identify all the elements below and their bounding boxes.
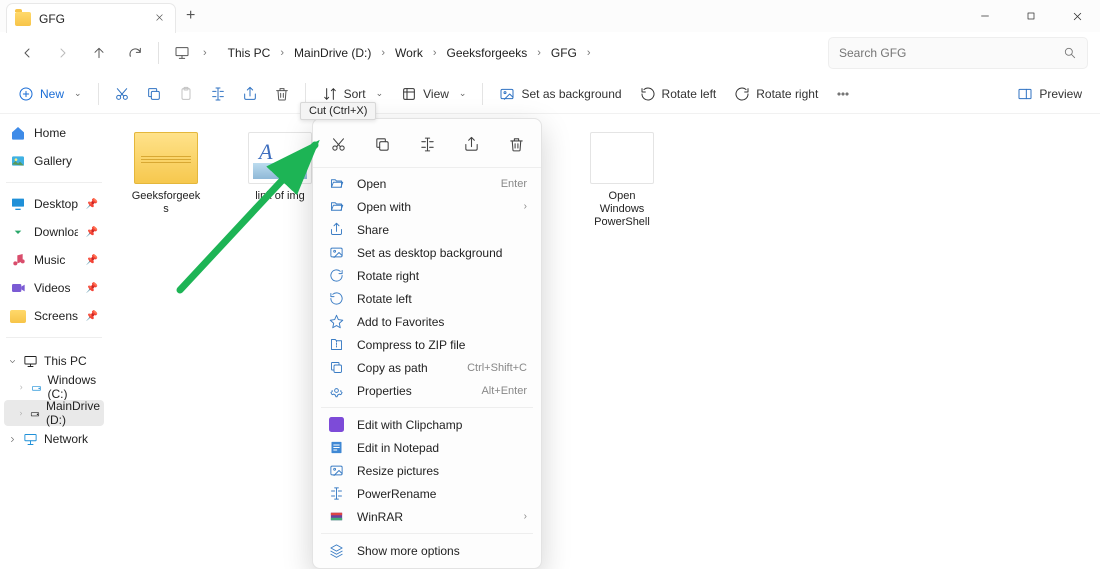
pc-icon[interactable]: [167, 38, 197, 68]
share-button[interactable]: [235, 79, 265, 109]
ctx-share[interactable]: Share: [313, 218, 541, 241]
maximize-button[interactable]: [1008, 0, 1054, 32]
folder-icon: [15, 12, 31, 26]
ctx-compress[interactable]: Compress to ZIP file: [313, 333, 541, 356]
chevron-icon: ›: [203, 47, 207, 59]
tab-close-icon[interactable]: [154, 12, 165, 26]
ctx-notepad[interactable]: Edit in Notepad: [313, 436, 541, 459]
up-button[interactable]: [84, 38, 114, 68]
set-background-button[interactable]: Set as background: [491, 79, 629, 109]
ctx-clipchamp[interactable]: Edit with Clipchamp: [313, 413, 541, 436]
sidebar-music[interactable]: Music📌: [4, 247, 104, 273]
ctx-share-icon[interactable]: [457, 129, 487, 159]
ctx-rotate-left[interactable]: Rotate left: [313, 287, 541, 310]
back-button[interactable]: [12, 38, 42, 68]
ctx-open[interactable]: OpenEnter: [313, 172, 541, 195]
breadcrumb[interactable]: This PC› MainDrive (D:)› Work› Geeksforg…: [213, 37, 814, 69]
forward-button[interactable]: [48, 38, 78, 68]
sidebar-downloads[interactable]: Downloads📌: [4, 219, 104, 245]
separator: [158, 42, 159, 64]
sidebar-gallery[interactable]: Gallery: [4, 148, 104, 174]
refresh-button[interactable]: [120, 38, 150, 68]
ctx-more-options[interactable]: Show more options: [313, 539, 541, 562]
nav-row: › This PC› MainDrive (D:)› Work› Geeksfo…: [0, 32, 1100, 74]
image-thumb: [590, 132, 654, 184]
copy-button[interactable]: [139, 79, 169, 109]
ctx-delete-icon[interactable]: [501, 129, 531, 159]
ctx-set-bg[interactable]: Set as desktop background: [313, 241, 541, 264]
file-item[interactable]: Open Windows PowerShell: [582, 128, 662, 233]
close-button[interactable]: [1054, 0, 1100, 32]
search-icon: [1063, 46, 1077, 60]
rotate-left-button[interactable]: Rotate left: [632, 79, 725, 109]
tree-this-pc[interactable]: This PC: [4, 348, 104, 374]
window-controls: [962, 0, 1100, 32]
tab-gfg[interactable]: GFG: [6, 3, 176, 33]
crumb-0[interactable]: This PC: [222, 43, 277, 63]
crumb-2[interactable]: Work: [389, 43, 429, 63]
ctx-favorites[interactable]: Add to Favorites: [313, 310, 541, 333]
ctx-rename-icon[interactable]: [412, 129, 442, 159]
ctx-properties[interactable]: PropertiesAlt+Enter: [313, 379, 541, 402]
ctx-open-with[interactable]: Open with›: [313, 195, 541, 218]
tree-windows-c[interactable]: Windows (C:): [4, 374, 104, 400]
crumb-1[interactable]: MainDrive (D:): [288, 43, 377, 63]
ctx-copy-icon[interactable]: [368, 129, 398, 159]
sidebar: Home Gallery Desktop📌 Downloads📌 Music📌 …: [0, 114, 108, 552]
crumb-4[interactable]: GFG: [545, 43, 583, 63]
annotation-arrow: [165, 130, 345, 310]
sidebar-desktop[interactable]: Desktop📌: [4, 191, 104, 217]
tab-title: GFG: [39, 12, 65, 26]
ctx-powerrename[interactable]: PowerRename: [313, 482, 541, 505]
titlebar: GFG +: [0, 0, 1100, 32]
context-menu: OpenEnter Open with› Share Set as deskto…: [312, 118, 542, 569]
ctx-rotate-right[interactable]: Rotate right: [313, 264, 541, 287]
paste-button[interactable]: [171, 79, 201, 109]
tree-maindrive-d[interactable]: MainDrive (D:): [4, 400, 104, 426]
rotate-right-button[interactable]: Rotate right: [726, 79, 826, 109]
sidebar-screenshots[interactable]: Screenshots📌: [4, 303, 104, 329]
preview-button[interactable]: Preview: [1009, 79, 1090, 109]
new-tab-button[interactable]: +: [186, 7, 195, 25]
crumb-3[interactable]: Geeksforgeeks: [441, 43, 534, 63]
ctx-resize[interactable]: Resize pictures: [313, 459, 541, 482]
cut-button[interactable]: [107, 79, 137, 109]
sidebar-videos[interactable]: Videos📌: [4, 275, 104, 301]
tree-network[interactable]: Network: [4, 426, 104, 452]
search-box[interactable]: [828, 37, 1088, 69]
rename-button[interactable]: [203, 79, 233, 109]
new-button[interactable]: New⌄: [10, 79, 90, 109]
more-button[interactable]: [828, 79, 858, 109]
tooltip-cut: Cut (Ctrl+X): [300, 102, 376, 120]
ctx-copy-path[interactable]: Copy as pathCtrl+Shift+C: [313, 356, 541, 379]
toolbar: New⌄ Sort⌄ View⌄ Set as background Rotat…: [0, 74, 1100, 114]
ctx-winrar[interactable]: WinRAR›: [313, 505, 541, 528]
delete-button[interactable]: [267, 79, 297, 109]
minimize-button[interactable]: [962, 0, 1008, 32]
search-input[interactable]: [839, 46, 1063, 60]
view-button[interactable]: View⌄: [393, 79, 474, 109]
sidebar-home[interactable]: Home: [4, 120, 104, 146]
